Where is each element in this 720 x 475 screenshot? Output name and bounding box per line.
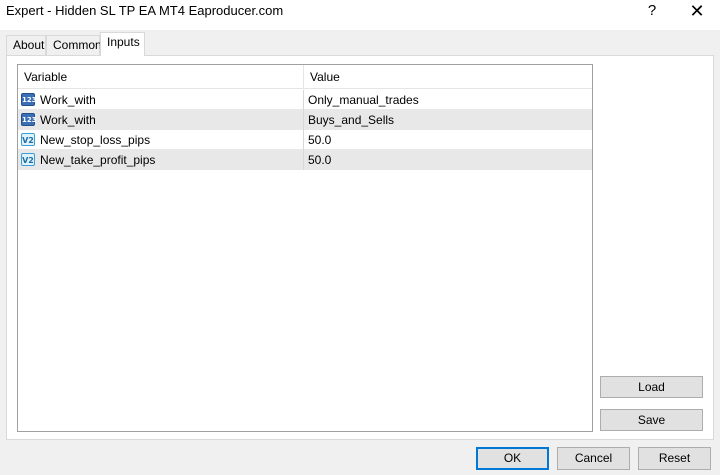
table-row[interactable]: V2 New_take_profit_pips 50.0 (18, 150, 592, 170)
double-icon: V2 (21, 153, 35, 166)
table-row[interactable]: 123 Work_with Buys_and_Sells (18, 110, 592, 130)
variable-cell: V2 New_stop_loss_pips (18, 130, 304, 150)
window-title: Expert - Hidden SL TP EA MT4 Eaproducer.… (6, 3, 284, 18)
double-icon: V2 (21, 133, 35, 146)
variable-name: New_take_profit_pips (40, 153, 156, 167)
tab-common[interactable]: Common (46, 35, 102, 55)
variable-name: Work_with (40, 93, 96, 107)
ok-button[interactable]: OK (476, 447, 549, 470)
value-cell[interactable]: 50.0 (304, 150, 592, 170)
inputs-table: Variable Value 123 Work_with Only_manual… (17, 64, 593, 432)
table-row[interactable]: 123 Work_with Only_manual_trades (18, 90, 592, 110)
help-icon[interactable]: ? (630, 0, 674, 24)
close-icon[interactable]: ✕ (675, 0, 719, 24)
table-row[interactable]: V2 New_stop_loss_pips 50.0 (18, 130, 592, 150)
int-icon: 123 (21, 113, 37, 126)
load-button[interactable]: Load (600, 376, 703, 398)
value-cell[interactable]: Buys_and_Sells (304, 110, 592, 130)
value-cell[interactable]: Only_manual_trades (304, 90, 592, 110)
variable-cell: 123 Work_with (18, 110, 304, 130)
table-header: Variable Value (18, 65, 592, 89)
variable-cell: 123 Work_with (18, 90, 304, 110)
variable-name: New_stop_loss_pips (40, 133, 151, 147)
title-bar: Expert - Hidden SL TP EA MT4 Eaproducer.… (0, 0, 720, 30)
variable-name: Work_with (40, 113, 96, 127)
column-header-value[interactable]: Value (304, 65, 592, 89)
save-button[interactable]: Save (600, 409, 703, 431)
reset-button[interactable]: Reset (638, 447, 711, 470)
variable-cell: V2 New_take_profit_pips (18, 150, 304, 170)
column-header-variable[interactable]: Variable (18, 65, 304, 89)
cancel-button[interactable]: Cancel (557, 447, 630, 470)
tab-about[interactable]: About (6, 35, 46, 55)
tab-inputs[interactable]: Inputs (100, 32, 145, 56)
int-icon: 123 (21, 93, 37, 106)
value-cell[interactable]: 50.0 (304, 130, 592, 150)
